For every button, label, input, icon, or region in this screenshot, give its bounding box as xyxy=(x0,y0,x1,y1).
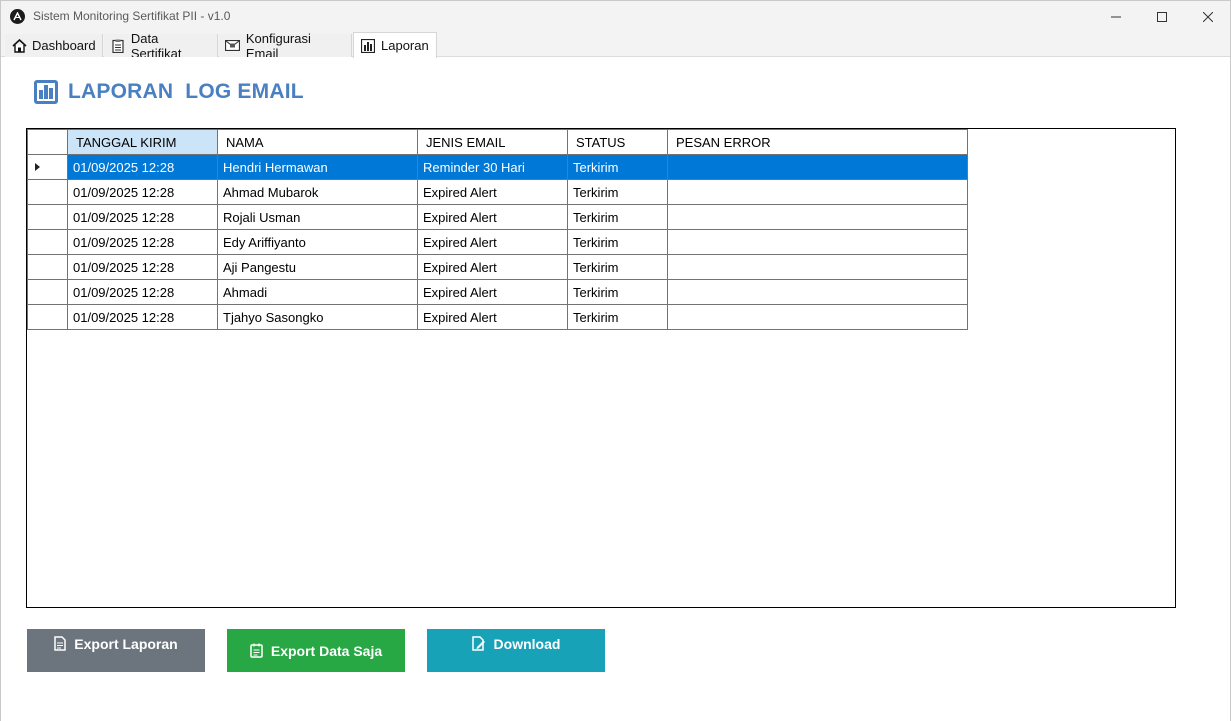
cell-nama[interactable]: Tjahyo Sasongko xyxy=(217,304,418,330)
table-row[interactable]: 01/09/2025 12:28 Hendri Hermawan Reminder … xyxy=(27,154,968,180)
cell-status[interactable]: Terkirim xyxy=(567,179,668,205)
clipboard-icon xyxy=(110,38,126,54)
tab-laporan[interactable]: Laporan xyxy=(353,32,437,58)
cell-jenis-email[interactable]: Expired Alert xyxy=(417,254,568,280)
minimize-icon xyxy=(1111,16,1121,17)
email-log-table: TANGGAL KIRIM NAMA JENIS EMAIL STATUS PE… xyxy=(27,129,968,330)
tab-label: Laporan xyxy=(381,38,429,53)
bar-chart-icon xyxy=(360,38,376,54)
row-header[interactable] xyxy=(27,254,68,280)
cell-jenis-email[interactable]: Expired Alert xyxy=(417,179,568,205)
cell-pesan-error[interactable] xyxy=(667,254,968,280)
cell-pesan-error[interactable] xyxy=(667,279,968,305)
cell-nama[interactable]: Hendri Hermawan xyxy=(217,154,418,180)
cell-nama[interactable]: Aji Pangestu xyxy=(217,254,418,280)
export-data-saja-label: Export Data Saja xyxy=(270,642,383,659)
window-title: Sistem Monitoring Sertifikat PII - v1.0 xyxy=(33,9,231,23)
cell-tanggal-kirim[interactable]: 01/09/2025 12:28 xyxy=(67,179,218,205)
tab-label: Dashboard xyxy=(32,38,96,53)
cell-pesan-error[interactable] xyxy=(667,154,968,180)
notepad-icon xyxy=(250,643,263,658)
cell-tanggal-kirim[interactable]: 01/09/2025 12:28 xyxy=(67,229,218,255)
tab-data-sertifikat[interactable]: Data Sertifikat xyxy=(104,31,218,61)
cell-jenis-email[interactable]: Expired Alert xyxy=(417,204,568,230)
house-icon xyxy=(11,38,27,54)
cell-pesan-error[interactable] xyxy=(667,304,968,330)
envelope-icon xyxy=(225,38,241,54)
column-header-pesan-error[interactable]: PESAN ERROR xyxy=(667,129,968,155)
cell-nama[interactable]: Rojali Usman xyxy=(217,204,418,230)
cell-status[interactable]: Terkirim xyxy=(567,279,668,305)
export-laporan-button[interactable]: Export Laporan xyxy=(27,629,205,672)
column-header-tanggal-kirim[interactable]: TANGGAL KIRIM xyxy=(67,129,218,155)
cell-status[interactable]: Terkirim xyxy=(567,304,668,330)
tab-konfigurasi-email[interactable]: Konfigurasi Email xyxy=(219,31,352,61)
cell-pesan-error[interactable] xyxy=(667,229,968,255)
laporan-panel: LAPORAN LOG EMAIL TANGGAL KIRIM NAMA JEN… xyxy=(1,57,1230,721)
table-row[interactable]: 01/09/2025 12:28 Edy Ariffiyanto Expired A… xyxy=(27,229,968,255)
close-icon xyxy=(1203,11,1213,22)
tab-strip: Dashboard Data Sertifikat Konfigurasi Em… xyxy=(1,31,1230,61)
grid-corner[interactable] xyxy=(27,129,68,155)
tab-label: Data Sertifikat xyxy=(130,30,182,61)
maximize-button[interactable] xyxy=(1139,1,1185,32)
cell-pesan-error[interactable] xyxy=(667,204,968,230)
cell-jenis-email[interactable]: Expired Alert xyxy=(417,304,568,330)
cell-tanggal-kirim[interactable]: 01/09/2025 12:28 xyxy=(67,204,218,230)
cell-tanggal-kirim[interactable]: 01/09/2025 12:28 xyxy=(67,254,218,280)
current-row-arrow-icon xyxy=(35,163,40,171)
table-row[interactable]: 01/09/2025 12:28 Aji Pangestu Expired Aler… xyxy=(27,254,968,280)
edit-document-icon xyxy=(471,636,486,651)
column-header-jenis-email[interactable]: JENIS EMAIL xyxy=(417,129,568,155)
cell-tanggal-kirim[interactable]: 01/09/2025 12:28 xyxy=(67,154,218,180)
page-heading: LAPORAN LOG EMAIL xyxy=(34,80,304,104)
column-header-nama[interactable]: NAMA xyxy=(217,129,418,155)
cell-nama[interactable]: Ahmadi xyxy=(217,279,418,305)
row-header[interactable] xyxy=(27,179,68,205)
cell-nama[interactable]: Ahmad Mubarok xyxy=(217,179,418,205)
export-laporan-label: Export Laporan xyxy=(74,635,178,652)
app-window: Sistem Monitoring Sertifikat PII - v1.0 … xyxy=(0,0,1231,721)
app-logo-icon xyxy=(10,9,25,24)
table-row[interactable]: 01/09/2025 12:28 Tjahyo Sasongko Expired A… xyxy=(27,304,968,330)
cell-status[interactable]: Terkirim xyxy=(567,229,668,255)
download-label: Download xyxy=(493,635,561,652)
row-header[interactable] xyxy=(27,204,68,230)
cell-jenis-email[interactable]: Expired Alert xyxy=(417,229,568,255)
page-title: LAPORAN LOG EMAIL xyxy=(68,80,304,103)
maximize-icon xyxy=(1157,11,1167,22)
row-header[interactable] xyxy=(27,279,68,305)
cell-status[interactable]: Terkirim xyxy=(567,154,668,180)
tab-label: Konfigurasi Email xyxy=(245,30,311,61)
tab-dashboard[interactable]: Dashboard xyxy=(5,34,103,57)
cell-tanggal-kirim[interactable]: 01/09/2025 12:28 xyxy=(67,304,218,330)
table-row[interactable]: 01/09/2025 12:28 Ahmad Mubarok Expired Ale… xyxy=(27,179,968,205)
column-header-status[interactable]: STATUS xyxy=(567,129,668,155)
download-button[interactable]: Download xyxy=(427,629,605,672)
grid-header-row: TANGGAL KIRIM NAMA JENIS EMAIL STATUS PE… xyxy=(27,129,968,155)
title-bar[interactable]: Sistem Monitoring Sertifikat PII - v1.0 xyxy=(1,1,1230,32)
cell-tanggal-kirim[interactable]: 01/09/2025 12:28 xyxy=(67,279,218,305)
close-button[interactable] xyxy=(1185,1,1231,32)
cell-status[interactable]: Terkirim xyxy=(567,204,668,230)
cell-jenis-email[interactable]: Expired Alert xyxy=(417,279,568,305)
minimize-button[interactable] xyxy=(1093,1,1139,32)
row-header[interactable] xyxy=(27,154,68,180)
cell-status[interactable]: Terkirim xyxy=(567,254,668,280)
table-row[interactable]: 01/09/2025 12:28 Ahmadi Expired Alert Terki… xyxy=(27,279,968,305)
row-header[interactable] xyxy=(27,304,68,330)
row-header[interactable] xyxy=(27,229,68,255)
document-icon xyxy=(54,636,67,651)
cell-nama[interactable]: Edy Ariffiyanto xyxy=(217,229,418,255)
cell-pesan-error[interactable] xyxy=(667,179,968,205)
bar-chart-icon xyxy=(34,80,58,104)
cell-jenis-email[interactable]: Reminder 30 Hari xyxy=(417,154,568,180)
table-row[interactable]: 01/09/2025 12:28 Rojali Usman Expired Aler… xyxy=(27,204,968,230)
email-log-grid[interactable]: TANGGAL KIRIM NAMA JENIS EMAIL STATUS PE… xyxy=(26,128,1176,608)
export-data-saja-button[interactable]: Export Data Saja xyxy=(227,629,405,672)
